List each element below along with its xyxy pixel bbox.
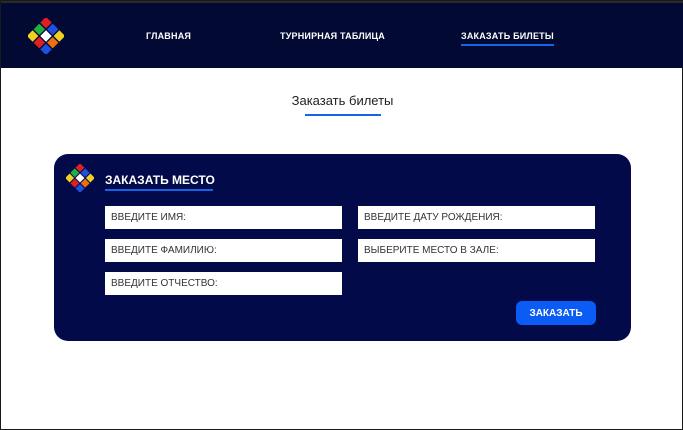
site-header: ГЛАВНАЯ ТУРНИРНАЯ ТАБЛИЦА ЗАКАЗАТЬ БИЛЕТ… (1, 1, 683, 68)
nav-order-tickets[interactable]: ЗАКАЗАТЬ БИЛЕТЫ (461, 31, 554, 46)
page-title: Заказать билеты (291, 93, 394, 108)
nav-order-tickets-label: ЗАКАЗАТЬ БИЛЕТЫ (461, 31, 554, 41)
last-name-field[interactable] (105, 239, 342, 262)
order-button[interactable]: ЗАКАЗАТЬ (516, 301, 596, 325)
seat-field[interactable] (358, 239, 595, 262)
patronymic-field[interactable] (105, 272, 342, 295)
birth-date-field[interactable] (358, 206, 595, 229)
rubiks-cube-icon (66, 164, 94, 192)
order-form-title: ЗАКАЗАТЬ МЕСТО (105, 173, 215, 187)
page-title-underline (305, 114, 381, 116)
order-form-title-underline (105, 189, 213, 191)
rubiks-cube-icon[interactable] (28, 18, 64, 54)
nav-home[interactable]: ГЛАВНАЯ (146, 31, 191, 41)
nav-active-underline (461, 44, 554, 46)
first-name-field[interactable] (105, 206, 342, 229)
nav-tournament-table[interactable]: ТУРНИРНАЯ ТАБЛИЦА (280, 31, 385, 41)
order-seat-card: ЗАКАЗАТЬ МЕСТО ЗАКАЗАТЬ (54, 154, 631, 341)
